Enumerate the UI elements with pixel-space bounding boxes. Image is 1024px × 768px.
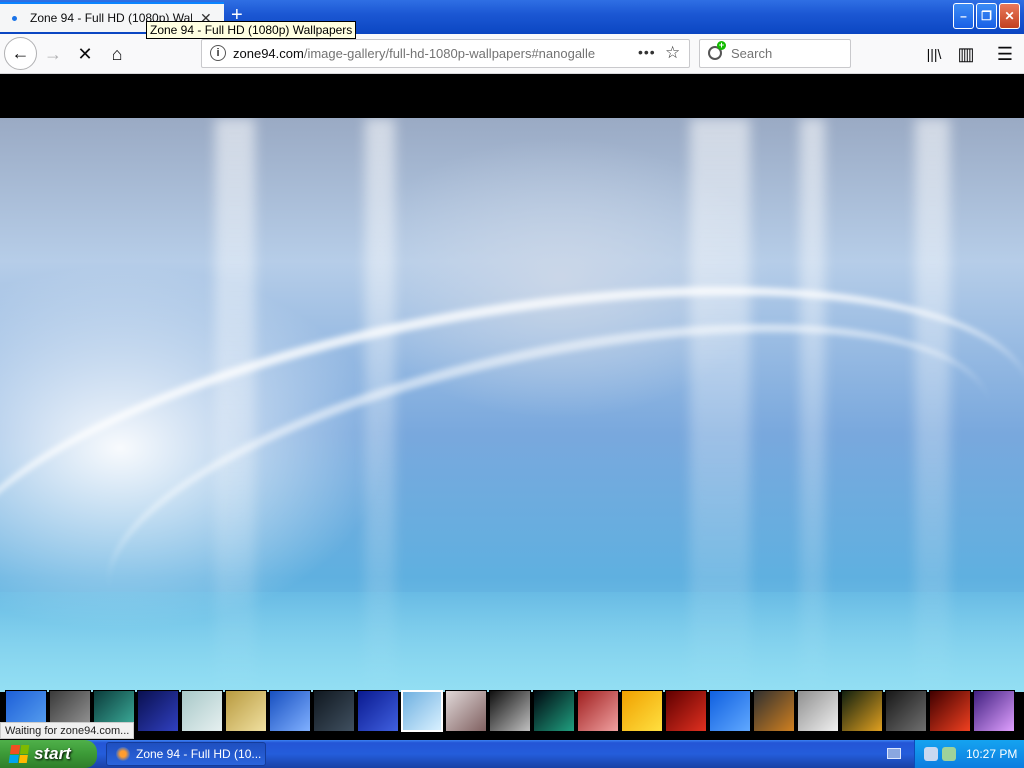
- search-placeholder: Search: [731, 46, 773, 61]
- status-bar: Waiting for zone94.com...: [0, 722, 135, 739]
- reflection-floor: [0, 592, 1024, 692]
- gallery-thumbnail[interactable]: [885, 690, 927, 732]
- thumbnail-strip: [5, 690, 1015, 732]
- back-button[interactable]: ←: [4, 37, 37, 70]
- library-button[interactable]: |||\: [922, 42, 946, 66]
- keyboard-icon[interactable]: [887, 748, 901, 759]
- firefox-icon: [116, 747, 130, 761]
- gallery-thumbnail[interactable]: [841, 690, 883, 732]
- start-button[interactable]: start: [0, 740, 97, 768]
- url-text[interactable]: zone94.com/image-gallery/full-hd-1080p-w…: [233, 46, 601, 61]
- stop-button[interactable]: ✕: [73, 42, 97, 66]
- start-label: start: [34, 744, 71, 763]
- gallery-thumbnail[interactable]: [357, 690, 399, 732]
- gallery-thumbnail[interactable]: [225, 690, 267, 732]
- network-icon[interactable]: [924, 747, 938, 761]
- taskbar-item-firefox[interactable]: Zone 94 - Full HD (10...: [106, 742, 266, 766]
- system-tray: 10:27 PM: [914, 740, 1024, 768]
- windows-logo-icon: [8, 745, 30, 763]
- gallery-thumbnail[interactable]: [489, 690, 531, 732]
- home-button[interactable]: ⌂: [105, 42, 129, 66]
- url-bar[interactable]: i zone94.com/image-gallery/full-hd-1080p…: [201, 39, 690, 68]
- gallery-thumbnail[interactable]: [181, 690, 223, 732]
- gallery-thumbnail[interactable]: [621, 690, 663, 732]
- wallpaper-viewer-image[interactable]: [0, 118, 1024, 692]
- gallery-thumbnail[interactable]: [665, 690, 707, 732]
- gallery-thumbnail[interactable]: [137, 690, 179, 732]
- loading-indicator-icon: [12, 15, 17, 21]
- page-content: [0, 74, 1024, 740]
- restore-button[interactable]: ❐: [976, 3, 997, 29]
- url-path: /image-gallery/full-hd-1080p-wallpapers#…: [303, 46, 596, 61]
- forward-button[interactable]: →: [41, 42, 65, 66]
- gallery-thumbnail[interactable]: [929, 690, 971, 732]
- taskbar: start Zone 94 - Full HD (10... 10:27 PM: [0, 740, 1024, 768]
- minimize-button[interactable]: –: [953, 3, 974, 29]
- window-controls: – ❐ ✕: [953, 3, 1020, 29]
- security-icon[interactable]: [942, 747, 956, 761]
- search-input[interactable]: + Search: [699, 39, 851, 68]
- gallery-thumbnail[interactable]: [973, 690, 1015, 732]
- tab-tooltip: Zone 94 - Full HD (1080p) Wallpapers: [146, 21, 357, 39]
- menu-button[interactable]: ☰: [993, 42, 1017, 66]
- clock: 10:27 PM: [966, 747, 1018, 761]
- close-button[interactable]: ✕: [999, 3, 1020, 29]
- page-actions-icon[interactable]: •••: [638, 44, 656, 60]
- gallery-thumbnail[interactable]: [401, 690, 443, 732]
- gallery-thumbnail[interactable]: [269, 690, 311, 732]
- gallery-thumbnail[interactable]: [709, 690, 751, 732]
- add-search-engine-icon: +: [717, 40, 726, 50]
- gallery-thumbnail[interactable]: [753, 690, 795, 732]
- gallery-thumbnail[interactable]: [533, 690, 575, 732]
- taskbar-item-label: Zone 94 - Full HD (10...: [136, 747, 262, 761]
- info-icon[interactable]: i: [210, 45, 226, 61]
- gallery-thumbnail[interactable]: [313, 690, 355, 732]
- nav-toolbar: ← → ✕ ⌂ i zone94.com/image-gallery/full-…: [0, 34, 1024, 74]
- gallery-thumbnail[interactable]: [445, 690, 487, 732]
- sidebar-button[interactable]: ▥: [954, 42, 978, 66]
- url-host: zone94.com: [233, 46, 304, 61]
- bookmark-star-icon[interactable]: ☆: [665, 43, 680, 63]
- gallery-thumbnail[interactable]: [797, 690, 839, 732]
- gallery-thumbnail[interactable]: [577, 690, 619, 732]
- back-arrow-icon: ←: [11, 43, 30, 63]
